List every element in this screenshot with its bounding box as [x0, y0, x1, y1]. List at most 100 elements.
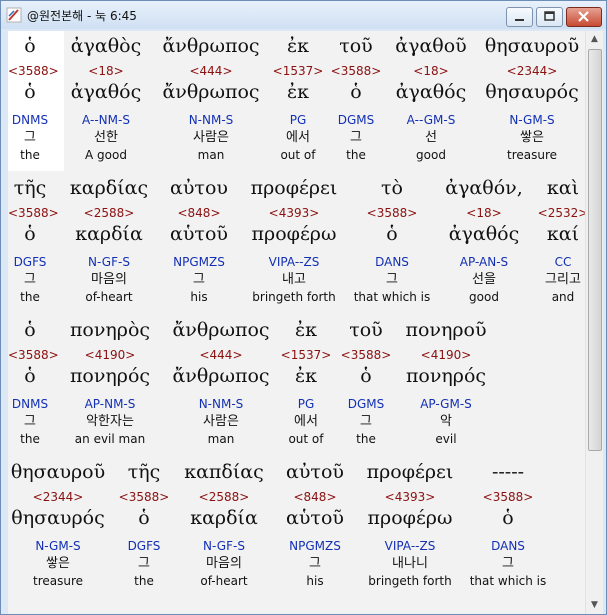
- lemma-word: καρδία: [75, 223, 143, 245]
- word-cell[interactable]: ----- <3588> ὁ DANS 그 that which is: [462, 460, 554, 589]
- word-cell[interactable]: αὐτοῦ <848> αὑτοῦ NPGMZS 그 his: [276, 460, 354, 589]
- word-cell[interactable]: καπδίας <2588> καρδία N-GF-S 마음의 of-hear…: [180, 460, 268, 589]
- word-cell[interactable]: τοῦ <3588> ὁ DGMS 그 the: [338, 318, 394, 447]
- strong-number[interactable]: <18>: [66, 63, 146, 79]
- scroll-up-arrow-icon[interactable]: ▲: [586, 31, 603, 48]
- lemma-word: προφέρω: [251, 223, 337, 245]
- minimize-icon: [515, 19, 524, 21]
- strong-number[interactable]: <3588>: [352, 205, 432, 221]
- word-cell[interactable]: ἀγαθὸς <18> ἀγαθός A--NM-S 선한 A good: [66, 34, 146, 163]
- parse-code: VIPA--ZS: [384, 539, 436, 553]
- strong-number[interactable]: <4393>: [360, 489, 460, 505]
- word-cell[interactable]: τὸ <3588> ὁ DANS 그 that which is: [352, 176, 432, 305]
- lemma-word: ἀγαθός: [70, 81, 142, 103]
- word-cell[interactable]: ὁ <3588> ὁ DNMS 그 the: [8, 34, 59, 163]
- strong-number[interactable]: <3588>: [8, 63, 59, 79]
- lemma-word: ὁ: [360, 365, 372, 387]
- greek-word: τῆς: [13, 177, 47, 199]
- lemma-word: ἄνθρωπος: [162, 81, 260, 103]
- strong-number[interactable]: <4190>: [402, 347, 490, 363]
- word-cell[interactable]: πονηρὸς <4190> πονηρός AP-NM-S 악한자는 an e…: [64, 318, 156, 447]
- korean-gloss: 그: [138, 556, 150, 571]
- scrollbar-thumb[interactable]: [588, 49, 602, 451]
- strong-number[interactable]: <3588>: [8, 205, 59, 221]
- word-cell[interactable]: ἄνθρωπος <444> ἄνθρωπος N-NM-S 사람은 man: [164, 318, 278, 447]
- word-cell[interactable]: θησαυροῦ <2344> θησαυρός N-GM-S 쌓은 treas…: [480, 34, 584, 163]
- strong-number[interactable]: <3588>: [8, 347, 59, 363]
- strong-number[interactable]: <18>: [438, 205, 530, 221]
- word-cell[interactable]: ἄνθρωπος <444> ἄνθρωπος N-NM-S 사람은 man: [154, 34, 268, 163]
- strong-number[interactable]: <1537>: [272, 63, 324, 79]
- app-window: @원전본해 - 눅 6:45 ὁ <3588> ὁ DNMS 그 the ἀγα…: [0, 0, 607, 615]
- word-cell[interactable]: ἐκ <1537> ἐκ PG 에서 out of: [272, 34, 324, 163]
- korean-gloss: 내고: [282, 272, 306, 287]
- greek-word: αὐτοῦ: [286, 461, 344, 483]
- word-cell[interactable]: προφέρει <4393> προφέρω VIPA--ZS 내고 brin…: [244, 176, 344, 305]
- word-cell[interactable]: τοῦ <3588> ὁ DGMS 그 the: [330, 34, 382, 163]
- word-cell[interactable]: ἐκ <1537> ἐκ PG 에서 out of: [280, 318, 332, 447]
- maximize-button[interactable]: [536, 7, 563, 27]
- parse-code: N-GF-S: [88, 255, 130, 269]
- english-gloss: good: [469, 290, 499, 304]
- strong-number[interactable]: <2344>: [480, 63, 584, 79]
- close-button[interactable]: [566, 7, 602, 27]
- strong-number[interactable]: <3588>: [338, 347, 394, 363]
- title-bar[interactable]: @원전본해 - 눅 6:45: [1, 1, 606, 29]
- word-cell[interactable]: τῆς <3588> ὁ DGFS 그 the: [114, 460, 174, 589]
- lemma-word: ἐκ: [294, 365, 318, 387]
- strong-number[interactable]: <444>: [154, 63, 268, 79]
- word-cell[interactable]: πονηροῦ <4190> πονηρός AP-GM-S 악 evil: [402, 318, 490, 447]
- english-gloss: that which is: [353, 290, 431, 304]
- word-cell[interactable]: αὐτου <848> αὑτοῦ NPGMZS 그 his: [164, 176, 234, 305]
- word-cell[interactable]: ἀγαθοῦ <18> ἀγαθός A--GM-S 선 good: [388, 34, 474, 163]
- word-cell[interactable]: ὁ <3588> ὁ DNMS 그 the: [8, 318, 59, 447]
- word-cell[interactable]: ἀγαθόν, <18> ἀγαθός AP-AN-S 선을 good: [438, 176, 530, 305]
- korean-gloss: 악한자는: [86, 414, 134, 429]
- strong-number[interactable]: <2532>: [536, 205, 585, 221]
- english-gloss: treasure: [506, 148, 558, 162]
- korean-gloss: 에서: [286, 130, 310, 145]
- parse-code: DGFS: [13, 255, 47, 269]
- strong-number[interactable]: <4393>: [244, 205, 344, 221]
- parse-code: NPGMZS: [173, 255, 225, 269]
- strong-number[interactable]: <2588>: [180, 489, 268, 505]
- greek-word: πονηρὸς: [69, 319, 151, 341]
- lemma-word: προφέρω: [367, 507, 453, 529]
- word-cell[interactable]: προφέρει <4393> προφέρω VIPA--ZS 내나니 bri…: [360, 460, 460, 589]
- korean-gloss: 쌓은: [520, 130, 544, 145]
- strong-number[interactable]: <848>: [276, 489, 354, 505]
- english-gloss: man: [207, 432, 235, 446]
- english-gloss: his: [190, 290, 208, 304]
- greek-word: -----: [491, 461, 525, 483]
- korean-gloss: 그: [24, 414, 36, 429]
- english-gloss: the: [20, 432, 40, 446]
- word-cell[interactable]: θησαυροῦ <2344> θησαυρός N-GM-S 쌓은 treas…: [8, 460, 108, 589]
- strong-number[interactable]: <1537>: [280, 347, 332, 363]
- strong-number[interactable]: <3588>: [114, 489, 174, 505]
- word-cell[interactable]: καὶ <2532> καί CC 그리고 and: [536, 176, 585, 305]
- greek-word: τοῦ: [339, 35, 373, 57]
- interlinear-panel[interactable]: ὁ <3588> ὁ DNMS 그 the ἀγαθὸς <18> ἀγαθός…: [8, 31, 585, 614]
- strong-number[interactable]: <3588>: [462, 489, 554, 505]
- korean-gloss: 에서: [294, 414, 318, 429]
- lemma-word: καί: [546, 223, 580, 245]
- strong-number[interactable]: <444>: [164, 347, 278, 363]
- english-gloss: his: [306, 574, 324, 588]
- korean-gloss: 사람은: [203, 414, 239, 429]
- lemma-word: ἀγαθός: [448, 223, 520, 245]
- strong-number[interactable]: <2588>: [64, 205, 154, 221]
- lemma-word: πονηρός: [405, 365, 487, 387]
- minimize-button[interactable]: [506, 7, 533, 27]
- word-cell[interactable]: καρδίας <2588> καρδία N-GF-S 마음의 of-hear…: [64, 176, 154, 305]
- word-cell[interactable]: τῆς <3588> ὁ DGFS 그 the: [8, 176, 59, 305]
- strong-number[interactable]: <4190>: [64, 347, 156, 363]
- parse-code: VIPA--ZS: [268, 255, 320, 269]
- scroll-down-arrow-icon[interactable]: ▼: [586, 597, 603, 614]
- strong-number[interactable]: <848>: [164, 205, 234, 221]
- parse-code: A--GM-S: [406, 113, 456, 127]
- strong-number[interactable]: <2344>: [8, 489, 108, 505]
- parse-code: AP-AN-S: [459, 255, 509, 269]
- strong-number[interactable]: <18>: [388, 63, 474, 79]
- strong-number[interactable]: <3588>: [330, 63, 382, 79]
- vertical-scrollbar[interactable]: ▲ ▼: [585, 31, 603, 614]
